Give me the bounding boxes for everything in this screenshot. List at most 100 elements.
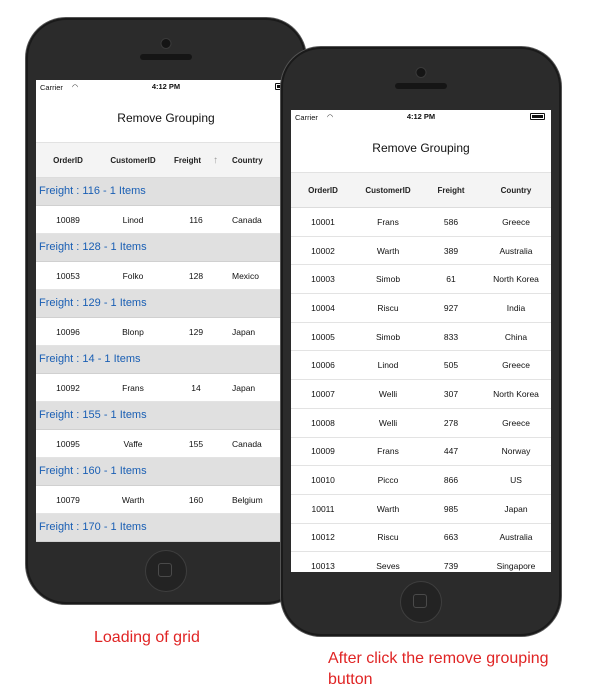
table-row[interactable]: 10009 Frans 447 Norway bbox=[291, 437, 551, 467]
grid-header: OrderID CustomerID Freight Country bbox=[291, 173, 551, 208]
column-header-freight[interactable]: Freight ↑ bbox=[166, 155, 226, 166]
column-header-orderid[interactable]: OrderID bbox=[291, 186, 355, 195]
status-bar: Carrier ◠ 4:12 PM bbox=[291, 110, 551, 124]
cell-customerid: Frans bbox=[122, 382, 144, 393]
cell-freight: 116 bbox=[189, 214, 203, 225]
table-row[interactable]: 10008 Welli 278 Greece bbox=[291, 408, 551, 438]
cell-freight: 278 bbox=[443, 417, 459, 428]
right-phone: Carrier ◠ 4:12 PM Remove Grouping OrderI… bbox=[281, 47, 561, 636]
battery-icon bbox=[530, 113, 545, 120]
cell-customerid: Simob bbox=[375, 274, 401, 285]
home-button[interactable] bbox=[145, 550, 187, 592]
cell-customerid: Vaffe bbox=[123, 438, 143, 449]
column-header-freight-label: Freight bbox=[173, 155, 202, 165]
cell-customerid: Linod bbox=[377, 360, 399, 371]
page-title: Remove Grouping bbox=[291, 124, 551, 173]
table-row[interactable]: 10079 Warth 160 Belgium bbox=[36, 486, 296, 514]
cell-orderid: 10006 bbox=[311, 360, 335, 371]
cell-orderid: 10003 bbox=[311, 274, 335, 285]
table-row[interactable]: 10005 Simob 833 China bbox=[291, 322, 551, 352]
table-row[interactable]: 10011 Warth 985 Japan bbox=[291, 494, 551, 524]
cell-freight: 14 bbox=[191, 382, 201, 393]
group-caption-row[interactable]: Freight : 160 - 1 Items bbox=[36, 458, 296, 486]
grid-body: Freight : 116 - 1 Items 10089 Linod 116 Cana… bbox=[36, 178, 296, 542]
cell-orderid: 10005 bbox=[311, 331, 335, 342]
cell-orderid: 10089 bbox=[56, 214, 80, 225]
cell-orderid: 10013 bbox=[311, 561, 335, 572]
cell-country: Greece bbox=[502, 417, 530, 428]
column-header-orderid[interactable]: OrderID bbox=[36, 156, 100, 165]
column-header-freight[interactable]: Freight bbox=[421, 186, 481, 195]
grid-body: 10001 Frans 586 Greece 10002 Warth 389 Australi… bbox=[291, 208, 551, 572]
group-caption-row[interactable]: Freight : 128 - 1 Items bbox=[36, 234, 296, 262]
group-caption-row[interactable]: Freight : 116 - 1 Items bbox=[36, 178, 296, 206]
cell-customerid: Blonp bbox=[122, 326, 144, 337]
cell-country: Japan bbox=[504, 503, 528, 514]
table-row[interactable]: 10089 Linod 116 Canada bbox=[36, 206, 296, 234]
table-row[interactable]: 10001 Frans 586 Greece bbox=[291, 208, 551, 237]
home-square-icon bbox=[413, 594, 427, 608]
cell-orderid: 10002 bbox=[311, 245, 335, 256]
group-caption-row[interactable]: Freight : 129 - 1 Items bbox=[36, 290, 296, 318]
cell-customerid: Welli bbox=[378, 417, 398, 428]
cell-orderid: 10012 bbox=[311, 532, 335, 543]
cell-freight: 833 bbox=[443, 331, 459, 342]
group-caption-row[interactable]: Freight : 170 - 1 Items bbox=[36, 514, 296, 542]
table-row[interactable]: 10004 Riscu 927 India bbox=[291, 294, 551, 323]
caption-after-remove: After click the remove grouping button bbox=[328, 650, 549, 688]
column-header-customerid[interactable]: CustomerID bbox=[100, 156, 166, 165]
grid-header: OrderID CustomerID Freight ↑ Country bbox=[36, 143, 296, 178]
table-row[interactable]: 10002 Warth 389 Australia bbox=[291, 236, 551, 266]
table-row[interactable]: 10006 Linod 505 Greece bbox=[291, 351, 551, 381]
cell-freight: 389 bbox=[443, 245, 459, 256]
table-row[interactable]: 10010 Picco 866 US bbox=[291, 466, 551, 495]
cell-customerid: Riscu bbox=[377, 532, 399, 543]
cell-country: Australia bbox=[499, 245, 533, 256]
cell-orderid: 10053 bbox=[56, 270, 80, 281]
cell-country: China bbox=[504, 331, 528, 342]
cell-freight: 866 bbox=[443, 475, 459, 486]
status-bar: Carrier ◠ 4:12 PM bbox=[36, 80, 296, 94]
right-screen: Carrier ◠ 4:12 PM Remove Grouping OrderI… bbox=[291, 110, 551, 572]
cell-country: US bbox=[510, 475, 522, 486]
page-title: Remove Grouping bbox=[36, 94, 296, 143]
cell-country: Norway bbox=[501, 446, 531, 457]
home-square-icon bbox=[158, 563, 172, 577]
cell-customerid: Warth bbox=[121, 494, 145, 505]
cell-freight: 663 bbox=[443, 532, 459, 543]
cell-customerid: Warth bbox=[376, 245, 400, 256]
cell-freight: 128 bbox=[188, 270, 204, 281]
status-time: 4:12 PM bbox=[406, 112, 436, 121]
camera-icon bbox=[415, 67, 427, 78]
column-header-customerid[interactable]: CustomerID bbox=[355, 186, 421, 195]
column-header-country[interactable]: Country bbox=[481, 186, 551, 195]
cell-freight: 505 bbox=[443, 360, 459, 371]
cell-freight: 155 bbox=[188, 438, 204, 449]
speaker-grille bbox=[140, 54, 192, 60]
home-button[interactable] bbox=[400, 581, 442, 623]
cell-freight: 447 bbox=[443, 446, 459, 457]
group-caption-row[interactable]: Freight : 155 - 1 Items bbox=[36, 402, 296, 430]
table-row[interactable]: 10012 Riscu 663 Australia bbox=[291, 523, 551, 553]
table-row[interactable]: 10092 Frans 14 Japan bbox=[36, 374, 296, 402]
cell-country: Australia bbox=[499, 532, 533, 543]
cell-orderid: 10004 bbox=[311, 302, 335, 313]
table-row[interactable]: 10003 Simob 61 North Korea bbox=[291, 265, 551, 295]
sort-ascending-icon: ↑ bbox=[213, 154, 219, 166]
cell-orderid: 10010 bbox=[311, 475, 335, 486]
cell-country: North Korea bbox=[493, 388, 539, 399]
group-caption-row[interactable]: Freight : 14 - 1 Items bbox=[36, 346, 296, 374]
table-row[interactable]: 10096 Blonp 129 Japan bbox=[36, 318, 296, 346]
table-row[interactable]: 10053 Folko 128 Mexico bbox=[36, 262, 296, 290]
cell-orderid: 10001 bbox=[311, 216, 335, 227]
left-screen: Carrier ◠ 4:12 PM Remove Grouping OrderI… bbox=[36, 80, 296, 542]
cell-freight: 160 bbox=[188, 494, 204, 505]
cell-customerid: Warth bbox=[376, 503, 400, 514]
cell-freight: 985 bbox=[443, 503, 459, 514]
cell-orderid: 10009 bbox=[311, 446, 335, 457]
table-row[interactable]: 10013 Seves 739 Singapore bbox=[291, 552, 551, 572]
cell-freight: 129 bbox=[188, 326, 204, 337]
table-row[interactable]: 10095 Vaffe 155 Canada bbox=[36, 430, 296, 458]
table-row[interactable]: 10007 Welli 307 North Korea bbox=[291, 380, 551, 409]
cell-orderid: 10095 bbox=[56, 438, 80, 449]
